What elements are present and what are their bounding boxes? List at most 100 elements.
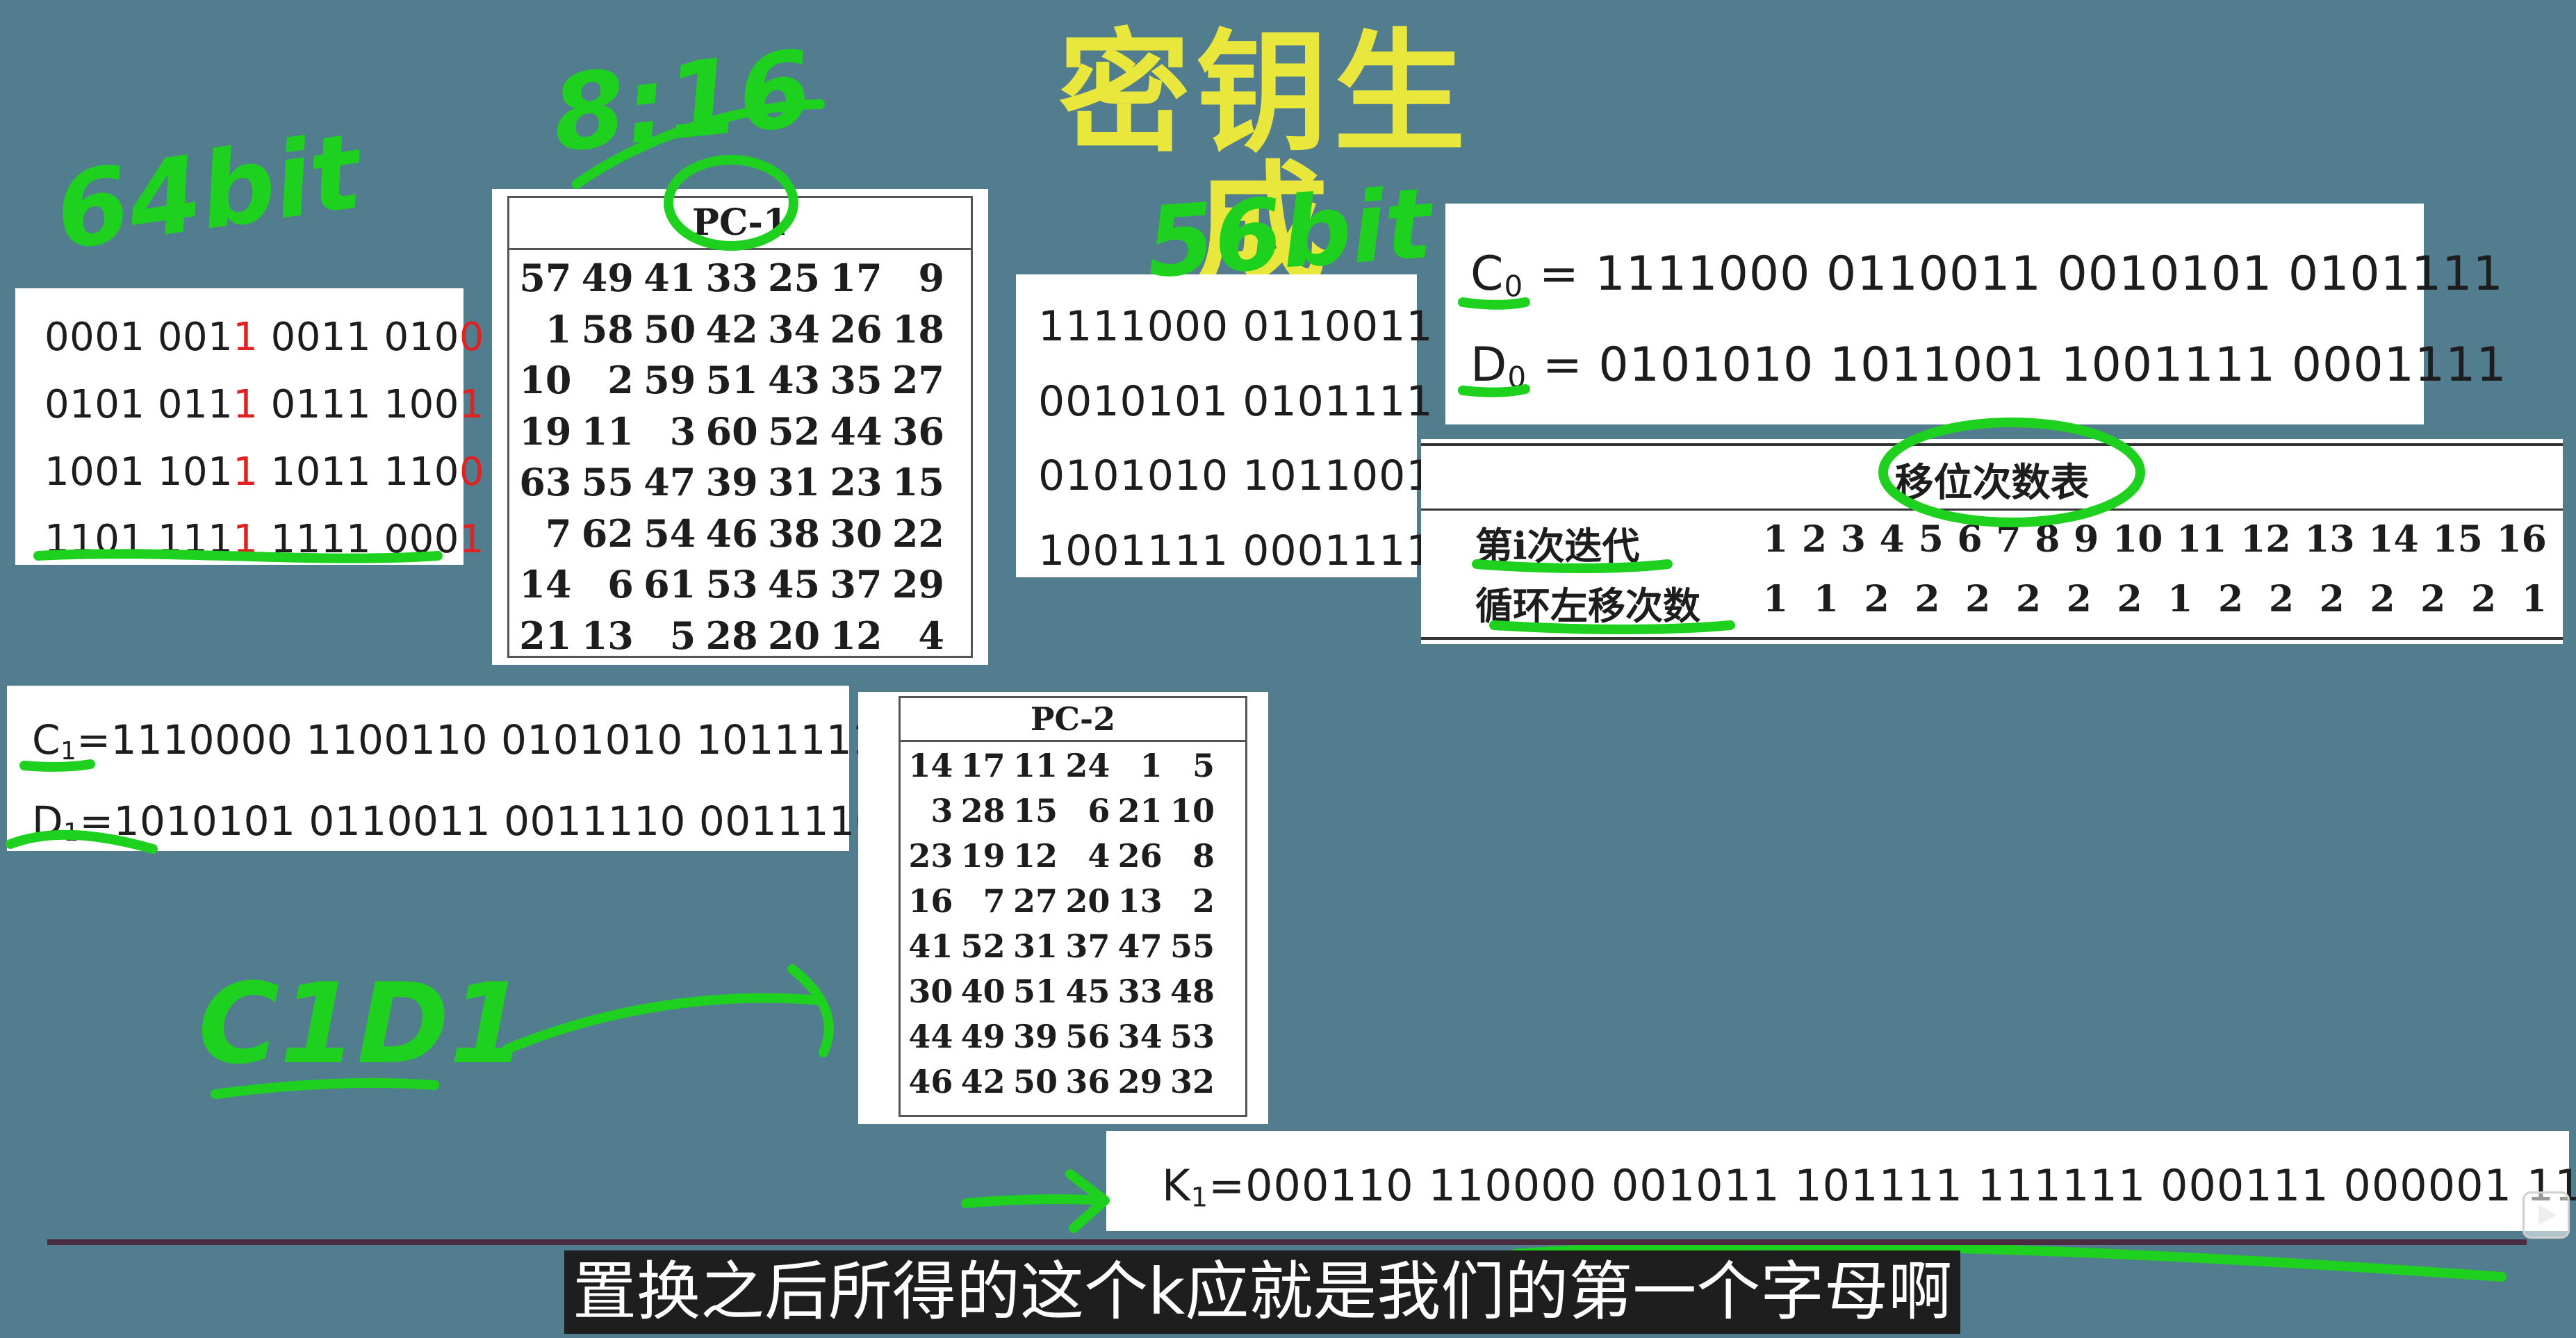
pc2-cell: 36	[1065, 1063, 1110, 1100]
pc2-cell: 10	[1170, 792, 1215, 829]
pc2-cell: 55	[1170, 927, 1215, 965]
pc1-cell: 9	[918, 256, 944, 300]
annotation-ratio: 8:16	[546, 28, 818, 176]
pc2-cell: 6	[1088, 792, 1110, 829]
shift-values: 1122222212222221	[1763, 578, 2547, 620]
pc1-cell: 28	[705, 613, 758, 658]
pc2-cell: 27	[1012, 882, 1058, 920]
pc1-cell: 53	[705, 562, 758, 606]
pc2-cell: 31	[1012, 927, 1058, 965]
pc1-cell: 61	[643, 562, 696, 606]
pc2-cell: 30	[908, 973, 953, 1010]
pc1-cell: 47	[643, 460, 696, 504]
pc1-cell: 21	[519, 613, 572, 658]
shift-count: 2	[2015, 578, 2042, 620]
shift-count: 2	[1864, 578, 1889, 620]
pc1-cell: 11	[581, 408, 634, 454]
key56-row-3: 0101010 1011001	[1038, 452, 1434, 500]
pc2-cell: 45	[1065, 973, 1110, 1010]
pc2-cell: 16	[908, 882, 953, 920]
pc2-cell: 23	[908, 837, 953, 875]
pc1-cell: 52	[767, 408, 821, 454]
pc1-cell: 27	[892, 358, 944, 402]
pc2-cell: 11	[1012, 747, 1058, 784]
pc1-cell: 17	[830, 256, 883, 300]
pc1-cell: 15	[892, 460, 944, 504]
iteration-values: 1 2 3 4 5 6 7 8 9 10 11 12 13 14 15 16	[1763, 518, 2547, 561]
pc2-cell: 24	[1065, 747, 1110, 784]
pc1-cell: 34	[767, 306, 821, 352]
pc1-cell: 36	[892, 408, 944, 454]
c0-d0-panel: C0 = 1111000 0110011 0010101 0101111 D0 …	[1445, 204, 2507, 424]
pc2-cell: 3	[930, 792, 953, 829]
arrow-to-k1-head	[1065, 1169, 1110, 1233]
pc2-cell: 46	[908, 1063, 953, 1100]
key-64bit-panel: 0001 0011 0011 0100 0101 0111 0111 1001 …	[15, 288, 484, 565]
pc1-cell: 45	[767, 562, 821, 606]
c1-line: C1=1110000 1100110 0101010 1011111	[32, 716, 878, 766]
arrow-to-k1	[961, 1194, 1106, 1208]
k1-panel: K1=000110 110000 001011 101111 111111 00…	[1106, 1131, 2576, 1231]
pc1-cell: 41	[643, 256, 696, 300]
pc2-cell: 50	[1012, 1063, 1058, 1100]
k1-line: K1=000110 110000 001011 101111 111111 00…	[1162, 1160, 2576, 1214]
iteration-number: 16	[2496, 518, 2547, 561]
pc2-cell: 32	[1170, 1063, 1215, 1100]
c1-d1-panel: C1=1110000 1100110 0101010 1011111 D1=10…	[7, 686, 880, 851]
pc1-cell: 63	[519, 460, 572, 504]
pc1-cell: 10	[519, 358, 572, 402]
pc1-cell: 51	[705, 358, 758, 402]
key64-row-2: 0101 0111 0111 1001	[44, 382, 484, 427]
play-icon[interactable]	[2522, 1191, 2570, 1239]
pc1-cell: 62	[581, 511, 634, 556]
pc2-cell: 20	[1065, 882, 1110, 920]
pc1-cell: 59	[643, 358, 696, 402]
pc2-cell: 7	[983, 882, 1006, 920]
key-56bit-panel: 1111000 0110011 0010101 0101111 0101010 …	[1016, 274, 1434, 577]
pc1-cell: 33	[705, 256, 758, 300]
iteration-number: 13	[2304, 518, 2355, 561]
c0-line: C0 = 1111000 0110011 0010101 0101111	[1470, 247, 2504, 304]
key64-row-3: 1001 1011 1011 1100	[44, 449, 484, 495]
shift-count: 2	[2319, 578, 2345, 620]
pc1-cell: 39	[705, 460, 758, 504]
key56-row-2: 0010101 0101111	[1038, 377, 1434, 426]
iteration-number: 7	[1996, 518, 2021, 561]
pc2-cell: 21	[1117, 792, 1163, 829]
pc1-cell: 44	[830, 408, 883, 454]
shift-count: 1	[1813, 578, 1839, 620]
iteration-number: 8	[2035, 518, 2060, 561]
pc2-table: PC-2 14 17 11 24 1 5 3 28 15 6 21 10 23 19 12 4 26 8 16 7 27…	[858, 692, 1268, 1124]
pc2-cell: 28	[960, 792, 1006, 829]
shift-count: 1	[1763, 578, 1789, 620]
pc1-table: PC-1 57 49 41 33 25 17 9 1 58 50 42 34 26 18 10 2 59 51 43…	[492, 189, 988, 665]
pc1-cell: 20	[767, 613, 821, 658]
pc1-cell: 54	[643, 511, 696, 556]
pc2-cell: 12	[1012, 837, 1058, 875]
pc2-cell: 53	[1170, 1018, 1215, 1055]
pc1-cell: 6	[607, 562, 634, 606]
arrow-to-pc2-head	[787, 964, 834, 1057]
pc1-cell: 4	[918, 613, 944, 658]
d1-line: D1=1010101 0110011 0011110 0011110	[32, 797, 881, 847]
pc2-cell: 19	[960, 837, 1006, 875]
pc2-cell: 48	[1170, 973, 1215, 1010]
pc2-cell: 51	[1012, 973, 1058, 1010]
pc2-cell: 49	[960, 1018, 1006, 1055]
pc1-cell: 30	[830, 511, 883, 556]
pc1-cell: 35	[830, 358, 883, 402]
pc2-cell: 17	[960, 747, 1006, 784]
shift-count: 2	[1914, 578, 1940, 620]
pc2-cell: 34	[1117, 1018, 1163, 1055]
pc2-cell: 42	[960, 1063, 1006, 1100]
shift-table: 移位次数表 第i次迭代 1 2 3 4 5 6 7 8 9 10 11 12 13 14 15 16 循环左移…	[1421, 439, 2563, 644]
pc2-cell: 56	[1065, 1018, 1110, 1055]
pc1-cell: 49	[581, 256, 634, 300]
shift-count: 2	[1965, 578, 1991, 620]
shift-count: 2	[2066, 578, 2092, 620]
pc1-cell: 58	[581, 306, 634, 352]
pc2-cell: 5	[1192, 747, 1215, 784]
pc2-grid: 14 17 11 24 1 5 3 28 15 6 21 10 23 19 12 4 26 8 16 7 27 20 13 2…	[901, 742, 1245, 1105]
pc2-cell: 40	[960, 973, 1006, 1010]
shift-count: 1	[2521, 578, 2547, 620]
